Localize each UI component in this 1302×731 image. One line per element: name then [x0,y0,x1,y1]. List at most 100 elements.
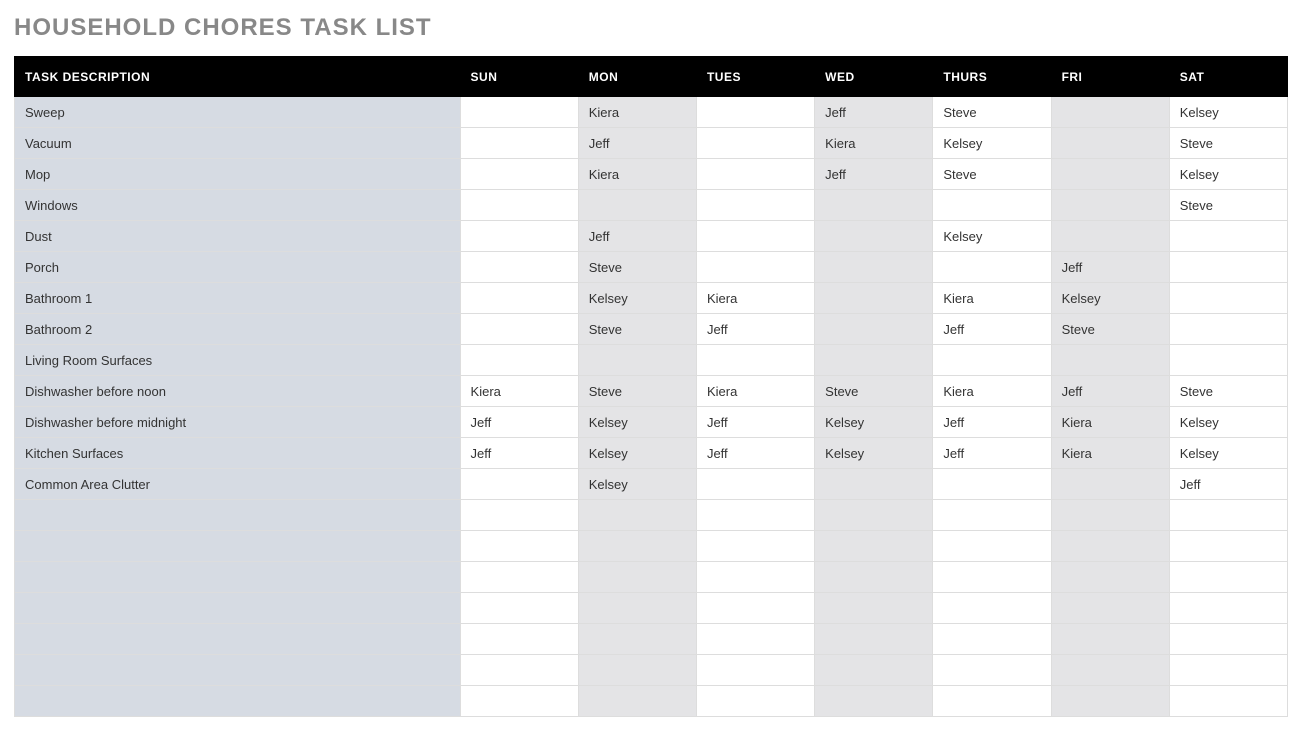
assignment-cell[interactable]: Jeff [933,407,1051,438]
assignment-cell[interactable] [1051,469,1169,500]
assignment-cell[interactable] [933,500,1051,531]
assignment-cell[interactable]: Jeff [696,314,814,345]
assignment-cell[interactable] [460,314,578,345]
assignment-cell[interactable]: Jeff [1051,376,1169,407]
task-description-cell[interactable]: Kitchen Surfaces [15,438,461,469]
assignment-cell[interactable]: Steve [1169,128,1287,159]
task-description-cell[interactable]: Bathroom 1 [15,283,461,314]
assignment-cell[interactable] [460,128,578,159]
assignment-cell[interactable] [696,624,814,655]
assignment-cell[interactable] [815,686,933,717]
assignment-cell[interactable]: Kiera [1051,438,1169,469]
task-description-cell[interactable] [15,531,461,562]
task-description-cell[interactable] [15,593,461,624]
assignment-cell[interactable]: Jeff [1169,469,1287,500]
assignment-cell[interactable] [460,221,578,252]
assignment-cell[interactable]: Jeff [460,407,578,438]
assignment-cell[interactable] [578,531,696,562]
assignment-cell[interactable] [696,593,814,624]
assignment-cell[interactable]: Steve [578,314,696,345]
assignment-cell[interactable] [1169,593,1287,624]
assignment-cell[interactable] [815,562,933,593]
assignment-cell[interactable] [933,562,1051,593]
assignment-cell[interactable]: Jeff [815,97,933,128]
assignment-cell[interactable] [1169,655,1287,686]
assignment-cell[interactable] [696,562,814,593]
assignment-cell[interactable] [1169,686,1287,717]
assignment-cell[interactable] [460,686,578,717]
assignment-cell[interactable]: Kiera [933,376,1051,407]
assignment-cell[interactable] [578,500,696,531]
assignment-cell[interactable] [1169,252,1287,283]
assignment-cell[interactable] [460,655,578,686]
assignment-cell[interactable] [460,624,578,655]
assignment-cell[interactable] [460,252,578,283]
assignment-cell[interactable] [815,190,933,221]
assignment-cell[interactable] [815,500,933,531]
assignment-cell[interactable] [815,655,933,686]
assignment-cell[interactable] [1051,531,1169,562]
assignment-cell[interactable]: Kelsey [578,469,696,500]
assignment-cell[interactable]: Jeff [815,159,933,190]
assignment-cell[interactable] [460,593,578,624]
task-description-cell[interactable] [15,562,461,593]
assignment-cell[interactable] [1169,283,1287,314]
assignment-cell[interactable] [1169,562,1287,593]
task-description-cell[interactable]: Living Room Surfaces [15,345,461,376]
assignment-cell[interactable] [460,500,578,531]
assignment-cell[interactable] [815,531,933,562]
assignment-cell[interactable] [578,593,696,624]
assignment-cell[interactable]: Kiera [696,376,814,407]
assignment-cell[interactable]: Kiera [933,283,1051,314]
task-description-cell[interactable] [15,686,461,717]
assignment-cell[interactable] [460,190,578,221]
assignment-cell[interactable] [696,252,814,283]
assignment-cell[interactable]: Jeff [578,221,696,252]
assignment-cell[interactable]: Steve [1169,190,1287,221]
assignment-cell[interactable] [1051,593,1169,624]
assignment-cell[interactable]: Kelsey [1169,438,1287,469]
assignment-cell[interactable] [1169,314,1287,345]
assignment-cell[interactable] [1051,221,1169,252]
assignment-cell[interactable] [460,469,578,500]
assignment-cell[interactable]: Kelsey [578,283,696,314]
assignment-cell[interactable] [1051,159,1169,190]
assignment-cell[interactable]: Kelsey [1169,407,1287,438]
assignment-cell[interactable]: Steve [1169,376,1287,407]
assignment-cell[interactable] [933,469,1051,500]
assignment-cell[interactable] [696,97,814,128]
assignment-cell[interactable] [1051,624,1169,655]
task-description-cell[interactable] [15,655,461,686]
assignment-cell[interactable] [578,562,696,593]
assignment-cell[interactable]: Kiera [815,128,933,159]
assignment-cell[interactable]: Kiera [1051,407,1169,438]
assignment-cell[interactable]: Jeff [933,314,1051,345]
assignment-cell[interactable] [460,345,578,376]
assignment-cell[interactable] [696,221,814,252]
assignment-cell[interactable]: Steve [933,97,1051,128]
assignment-cell[interactable] [815,283,933,314]
assignment-cell[interactable]: Steve [933,159,1051,190]
assignment-cell[interactable] [933,624,1051,655]
task-description-cell[interactable]: Common Area Clutter [15,469,461,500]
assignment-cell[interactable]: Kelsey [815,407,933,438]
assignment-cell[interactable]: Kelsey [1169,97,1287,128]
task-description-cell[interactable]: Dust [15,221,461,252]
task-description-cell[interactable]: Vacuum [15,128,461,159]
assignment-cell[interactable] [815,345,933,376]
assignment-cell[interactable] [1051,655,1169,686]
assignment-cell[interactable]: Jeff [578,128,696,159]
assignment-cell[interactable]: Kelsey [578,407,696,438]
assignment-cell[interactable]: Steve [578,376,696,407]
assignment-cell[interactable]: Jeff [1051,252,1169,283]
assignment-cell[interactable]: Kelsey [933,128,1051,159]
assignment-cell[interactable] [1051,562,1169,593]
assignment-cell[interactable]: Kelsey [933,221,1051,252]
assignment-cell[interactable] [815,593,933,624]
assignment-cell[interactable] [933,531,1051,562]
assignment-cell[interactable]: Kiera [696,283,814,314]
assignment-cell[interactable] [1051,190,1169,221]
assignment-cell[interactable]: Kelsey [815,438,933,469]
assignment-cell[interactable]: Jeff [460,438,578,469]
assignment-cell[interactable] [933,686,1051,717]
